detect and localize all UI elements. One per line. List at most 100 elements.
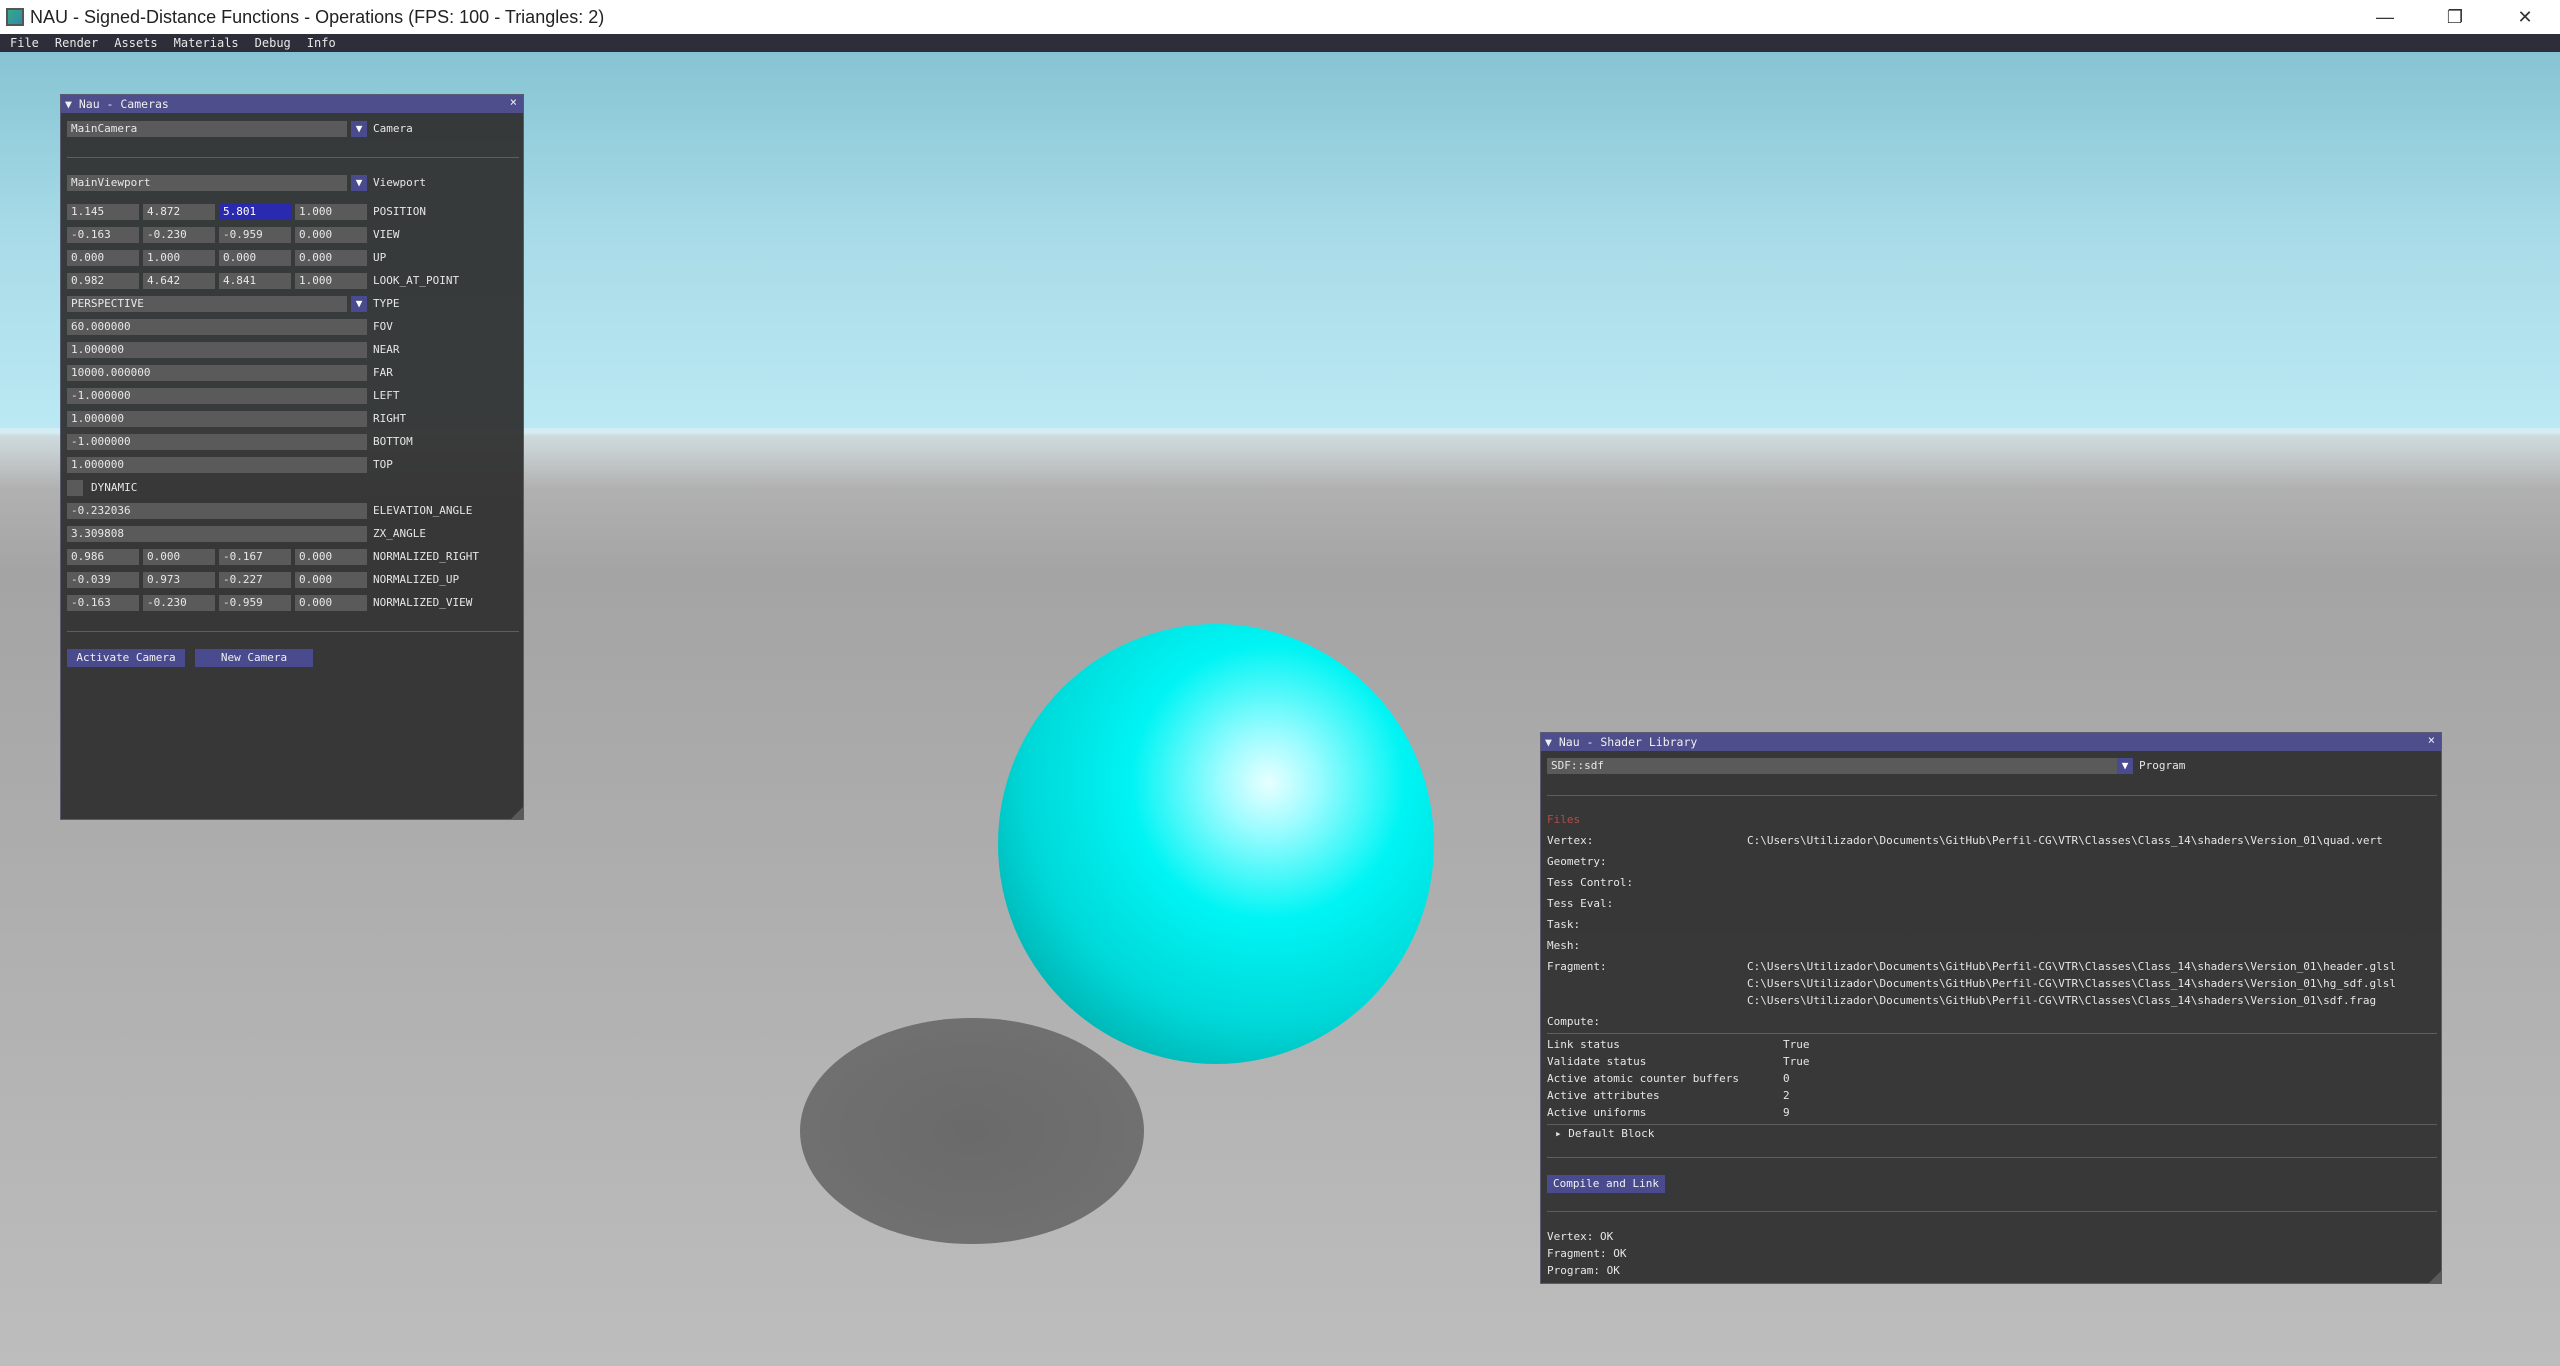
dynamic-label: DYNAMIC: [91, 481, 138, 494]
cyan-sphere: [998, 624, 1434, 1064]
normalized-up-label: NORMALIZED_UP: [373, 573, 460, 586]
viewport-select[interactable]: MainViewport: [67, 175, 347, 191]
vertex-log: Vertex: OK: [1547, 1230, 1614, 1243]
normalized-view-x[interactable]: -0.163: [67, 595, 139, 611]
view-x[interactable]: -0.163: [67, 227, 139, 243]
view-z[interactable]: -0.959: [219, 227, 291, 243]
normalized-view-z[interactable]: -0.959: [219, 595, 291, 611]
minimize-button[interactable]: —: [2350, 0, 2420, 34]
normalized-right-y[interactable]: 0.000: [143, 549, 215, 565]
menu-materials[interactable]: Materials: [164, 36, 245, 50]
far-field[interactable]: 10000.000000: [67, 365, 367, 381]
cameras-close-icon[interactable]: ×: [510, 95, 517, 109]
position-y[interactable]: 4.872: [143, 204, 215, 220]
link-status-label: Link status: [1547, 1038, 1620, 1051]
normalized-up-z[interactable]: -0.227: [219, 572, 291, 588]
top-field[interactable]: 1.000000: [67, 457, 367, 473]
viewport-label: Viewport: [373, 176, 426, 189]
camera-select[interactable]: MainCamera: [67, 121, 347, 137]
normalized-right-label: NORMALIZED_RIGHT: [373, 550, 479, 563]
chevron-down-icon[interactable]: ▼: [351, 175, 367, 191]
view-label: VIEW: [373, 228, 400, 241]
chevron-down-icon[interactable]: ▼: [2117, 758, 2133, 774]
new-camera-button[interactable]: New Camera: [195, 649, 313, 667]
shader-library-panel-title: ▼ Nau - Shader Library: [1545, 735, 1698, 749]
normalized-right-z[interactable]: -0.167: [219, 549, 291, 565]
fov-field[interactable]: 60.000000: [67, 319, 367, 335]
look-at-y[interactable]: 4.642: [143, 273, 215, 289]
validate-status-label: Validate status: [1547, 1055, 1647, 1068]
position-w[interactable]: 1.000: [295, 204, 367, 220]
normalized-up-y[interactable]: 0.973: [143, 572, 215, 588]
left-field[interactable]: -1.000000: [67, 388, 367, 404]
type-select[interactable]: PERSPECTIVE: [67, 296, 347, 312]
chevron-down-icon[interactable]: ▼: [351, 296, 367, 312]
title-bar: NAU - Signed-Distance Functions - Operat…: [0, 0, 2560, 34]
fragment-label: Fragment:: [1547, 960, 1607, 973]
shader-library-panel: ▼ Nau - Shader Library × SDF::sdf ▼ Prog…: [1540, 732, 2442, 1284]
resize-grip[interactable]: [511, 807, 523, 819]
shader-library-panel-header[interactable]: ▼ Nau - Shader Library ×: [1541, 733, 2441, 751]
bottom-field[interactable]: -1.000000: [67, 434, 367, 450]
close-button[interactable]: ✕: [2490, 0, 2560, 34]
program-select[interactable]: SDF::sdf: [1547, 758, 2117, 774]
right-field[interactable]: 1.000000: [67, 411, 367, 427]
separator: [1547, 1033, 2437, 1034]
menu-info[interactable]: Info: [297, 36, 342, 50]
fov-label: FOV: [373, 320, 393, 333]
zx-angle-field[interactable]: 3.309808: [67, 526, 367, 542]
position-z[interactable]: 5.801: [219, 204, 291, 220]
resize-grip[interactable]: [2429, 1271, 2441, 1283]
dynamic-checkbox[interactable]: [67, 480, 83, 496]
app-icon: [6, 8, 24, 26]
zx-angle-label: ZX_ANGLE: [373, 527, 426, 540]
up-w[interactable]: 0.000: [295, 250, 367, 266]
active-uniforms-value: 9: [1783, 1106, 1790, 1119]
cameras-panel-header[interactable]: ▼ Nau - Cameras ×: [61, 95, 523, 113]
normalized-view-label: NORMALIZED_VIEW: [373, 596, 473, 609]
vertex-label: Vertex:: [1547, 834, 1594, 847]
normalized-up-x[interactable]: -0.039: [67, 572, 139, 588]
cameras-panel: ▼ Nau - Cameras × MainCamera ▼ Camera Ma…: [60, 94, 524, 820]
normalized-view-w[interactable]: 0.000: [295, 595, 367, 611]
near-field[interactable]: 1.000000: [67, 342, 367, 358]
up-x[interactable]: 0.000: [67, 250, 139, 266]
elevation-angle-field[interactable]: -0.232036: [67, 503, 367, 519]
menu-debug[interactable]: Debug: [245, 36, 297, 50]
top-label: TOP: [373, 458, 393, 471]
position-x[interactable]: 1.145: [67, 204, 139, 220]
look-at-w[interactable]: 1.000: [295, 273, 367, 289]
activate-camera-button[interactable]: Activate Camera: [67, 649, 185, 667]
look-at-x[interactable]: 0.982: [67, 273, 139, 289]
menu-file[interactable]: File: [0, 36, 45, 50]
type-label: TYPE: [373, 297, 400, 310]
menu-assets[interactable]: Assets: [104, 36, 163, 50]
up-y[interactable]: 1.000: [143, 250, 215, 266]
position-label: POSITION: [373, 205, 426, 218]
view-w[interactable]: 0.000: [295, 227, 367, 243]
maximize-button[interactable]: ❐: [2420, 0, 2490, 34]
normalized-up-w[interactable]: 0.000: [295, 572, 367, 588]
view-y[interactable]: -0.230: [143, 227, 215, 243]
up-z[interactable]: 0.000: [219, 250, 291, 266]
separator: [1547, 1157, 2437, 1158]
fragment-log: Fragment: OK: [1547, 1247, 1627, 1260]
vertex-path: C:\Users\Utilizador\Documents\GitHub\Per…: [1747, 834, 2383, 847]
compile-and-link-button[interactable]: Compile and Link: [1547, 1175, 1665, 1193]
chevron-down-icon[interactable]: ▼: [351, 121, 367, 137]
normalized-right-w[interactable]: 0.000: [295, 549, 367, 565]
validate-status-value: True: [1783, 1055, 1810, 1068]
fragment-path-3: C:\Users\Utilizador\Documents\GitHub\Per…: [1747, 994, 2377, 1007]
separator: [67, 157, 519, 158]
camera-label: Camera: [373, 122, 413, 135]
normalized-right-x[interactable]: 0.986: [67, 549, 139, 565]
shader-library-close-icon[interactable]: ×: [2428, 733, 2435, 747]
look-at-z[interactable]: 4.841: [219, 273, 291, 289]
normalized-view-y[interactable]: -0.230: [143, 595, 215, 611]
menu-render[interactable]: Render: [45, 36, 104, 50]
default-block-tree-node[interactable]: ▸ Default Block: [1555, 1126, 1654, 1142]
atomic-counter-value: 0: [1783, 1072, 1790, 1085]
separator: [1547, 1124, 2437, 1125]
near-label: NEAR: [373, 343, 400, 356]
window-controls: — ❐ ✕: [2350, 0, 2560, 34]
